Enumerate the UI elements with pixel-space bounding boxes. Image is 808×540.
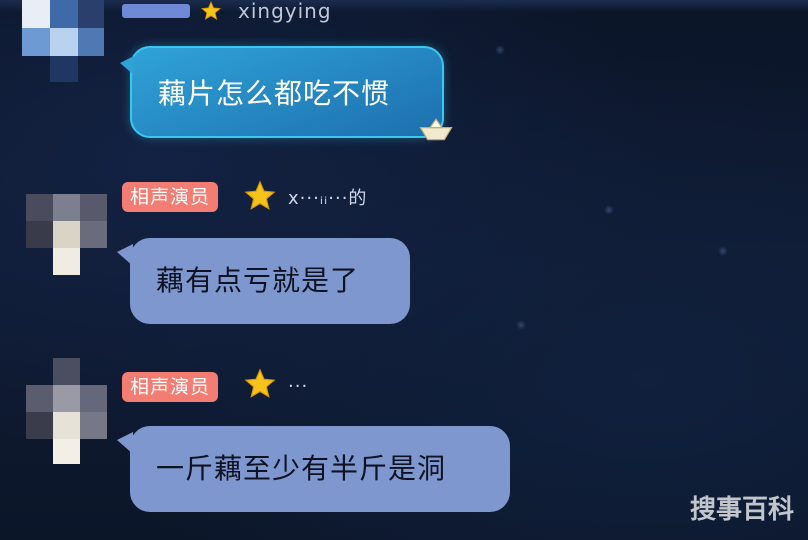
avatar[interactable] — [22, 0, 104, 82]
user-badge: 相声演员 — [122, 372, 219, 402]
star-icon — [244, 368, 276, 398]
message-bubble[interactable]: 一斤藕至少有半斤是洞 — [117, 426, 510, 512]
bubble-tail — [120, 56, 134, 75]
watermark: 搜事百科 — [689, 495, 794, 525]
message-bubble[interactable]: 藕片怎么都吃不惯 — [120, 46, 453, 141]
bubble-tail — [117, 432, 133, 454]
avatar[interactable] — [26, 358, 108, 464]
user-badge: 相声演员 — [122, 182, 219, 212]
background-sparkle — [718, 246, 728, 256]
background-sparkle — [495, 45, 505, 55]
chat-screen: xingying 藕片怎么都吃不惯 相声演员 x···ᵢᵢ···的 藕有点亏就是… — [0, 0, 808, 540]
message-text: 藕有点亏就是了 — [156, 264, 360, 297]
background-sparkle — [604, 205, 614, 215]
background-sparkle — [516, 320, 526, 330]
avatar[interactable] — [26, 194, 108, 276]
star-icon — [200, 0, 222, 21]
message-text: 一斤藕至少有半斤是洞 — [156, 452, 447, 485]
sender-nickname: xingying — [238, 0, 332, 23]
bubble-tail — [117, 244, 133, 266]
sender-nickname: ··· — [288, 376, 309, 397]
user-badge — [122, 4, 190, 18]
message-text: 藕片怎么都吃不惯 — [158, 77, 391, 110]
paper-boat-icon — [419, 118, 453, 141]
sender-nickname: x···ᵢᵢ···的 — [288, 188, 368, 209]
message-bubble[interactable]: 藕有点亏就是了 — [117, 238, 410, 324]
star-icon — [244, 180, 276, 210]
